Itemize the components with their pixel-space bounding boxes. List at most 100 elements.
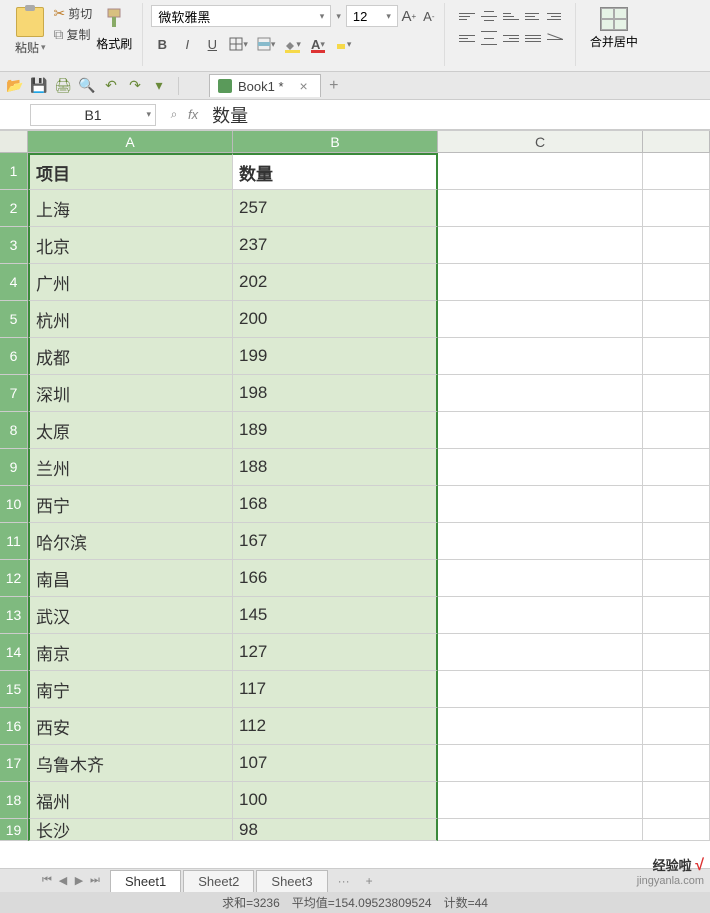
cell[interactable]	[643, 153, 710, 190]
cell[interactable]	[438, 412, 643, 449]
cell[interactable]: 南昌	[28, 560, 233, 597]
document-tab[interactable]: Book1 * ×	[209, 74, 321, 97]
cell[interactable]: 237	[233, 227, 438, 264]
cell[interactable]: 哈尔滨	[28, 523, 233, 560]
font-size-selector[interactable]: 12 ▾	[346, 5, 398, 27]
sheet-nav-last[interactable]: ⏭	[88, 873, 102, 889]
cell[interactable]: 成都	[28, 338, 233, 375]
align-bottom-button[interactable]	[501, 7, 521, 25]
cell[interactable]	[643, 782, 710, 819]
cell[interactable]	[643, 597, 710, 634]
sheet-add-button[interactable]: +	[358, 871, 381, 891]
row-header[interactable]: 1	[0, 153, 28, 190]
cell[interactable]	[438, 782, 643, 819]
cell[interactable]	[643, 375, 710, 412]
undo-button[interactable]: ↶	[102, 77, 120, 95]
row-header[interactable]: 8	[0, 412, 28, 449]
underline-button[interactable]: U	[201, 33, 223, 55]
column-header-B[interactable]: B	[233, 131, 438, 153]
cell[interactable]: 项目	[28, 153, 233, 190]
row-header[interactable]: 9	[0, 449, 28, 486]
justify-button[interactable]	[523, 29, 543, 47]
cell[interactable]: 广州	[28, 264, 233, 301]
cell[interactable]: 南宁	[28, 671, 233, 708]
print-button[interactable]: 🖨	[54, 77, 72, 95]
cell[interactable]	[643, 338, 710, 375]
cell[interactable]	[643, 264, 710, 301]
cell[interactable]: 98	[233, 819, 438, 841]
align-center-button[interactable]	[479, 29, 499, 47]
open-button[interactable]: 📂	[6, 77, 24, 95]
orientation-button[interactable]	[545, 29, 565, 47]
cell[interactable]	[438, 375, 643, 412]
row-header[interactable]: 15	[0, 671, 28, 708]
cell[interactable]: 127	[233, 634, 438, 671]
indent-decrease-button[interactable]	[523, 7, 543, 25]
align-middle-button[interactable]	[479, 7, 499, 25]
cell[interactable]: 198	[233, 375, 438, 412]
cell[interactable]	[643, 745, 710, 782]
row-header[interactable]: 19	[0, 819, 28, 841]
row-header[interactable]: 10	[0, 486, 28, 523]
insert-function-button[interactable]: ⌕	[164, 105, 184, 125]
cell[interactable]: 167	[233, 523, 438, 560]
format-painter-button[interactable]: 格式刷	[92, 5, 136, 54]
cell[interactable]: 长沙	[28, 819, 233, 841]
cell[interactable]	[438, 301, 643, 338]
cell[interactable]: 南京	[28, 634, 233, 671]
cell[interactable]: 199	[233, 338, 438, 375]
select-all-corner[interactable]	[0, 131, 28, 153]
cell[interactable]: 北京	[28, 227, 233, 264]
cell[interactable]	[438, 819, 643, 841]
cell[interactable]: 西安	[28, 708, 233, 745]
cell[interactable]: 太原	[28, 412, 233, 449]
fill-color-button[interactable]: ▾	[281, 33, 304, 55]
row-header[interactable]: 6	[0, 338, 28, 375]
cell[interactable]	[643, 523, 710, 560]
bold-button[interactable]: B	[151, 33, 173, 55]
column-header-C[interactable]: C	[438, 131, 643, 153]
row-header[interactable]: 3	[0, 227, 28, 264]
cell[interactable]: 100	[233, 782, 438, 819]
column-header-A[interactable]: A	[28, 131, 233, 153]
cell[interactable]: 202	[233, 264, 438, 301]
cell[interactable]: 兰州	[28, 449, 233, 486]
cell[interactable]	[643, 412, 710, 449]
cell[interactable]: 深圳	[28, 375, 233, 412]
row-header[interactable]: 12	[0, 560, 28, 597]
row-header[interactable]: 17	[0, 745, 28, 782]
row-header[interactable]: 18	[0, 782, 28, 819]
cell[interactable]: 200	[233, 301, 438, 338]
merge-center-button[interactable]: 合并居中	[584, 5, 644, 52]
cell[interactable]	[438, 671, 643, 708]
fill-row-button[interactable]: ▾	[254, 33, 279, 55]
cell[interactable]: 168	[233, 486, 438, 523]
formula-input[interactable]	[204, 104, 710, 126]
sheet-nav-first[interactable]: ⏮	[40, 873, 54, 889]
row-header[interactable]: 4	[0, 264, 28, 301]
cell[interactable]	[438, 708, 643, 745]
cell[interactable]	[438, 190, 643, 227]
paste-button[interactable]: 粘贴▾	[11, 5, 50, 58]
cell[interactable]	[643, 671, 710, 708]
new-tab-button[interactable]: +	[325, 77, 343, 95]
cell[interactable]	[438, 338, 643, 375]
cell[interactable]	[438, 153, 643, 190]
redo-button[interactable]: ↷	[126, 77, 144, 95]
font-name-selector[interactable]: 微软雅黑 ▾	[151, 5, 331, 27]
cell[interactable]	[643, 708, 710, 745]
cell[interactable]	[438, 486, 643, 523]
cell[interactable]	[643, 560, 710, 597]
font-color-button[interactable]: A ▾	[307, 33, 329, 55]
align-left-button[interactable]	[457, 29, 477, 47]
cell[interactable]	[643, 190, 710, 227]
grow-font-button[interactable]: A+	[400, 7, 418, 25]
print-preview-button[interactable]: 🔍	[78, 77, 96, 95]
sheet-tab-1[interactable]: Sheet1	[110, 870, 181, 892]
row-header[interactable]: 2	[0, 190, 28, 227]
cell[interactable]: 杭州	[28, 301, 233, 338]
cell[interactable]: 数量	[233, 153, 438, 190]
spreadsheet-grid[interactable]: A B C 1项目数量2上海2573北京2374广州2025杭州2006成都19…	[0, 130, 710, 870]
qat-customize-button[interactable]: ▾	[150, 77, 168, 95]
copy-button[interactable]: ⧉ 复制	[54, 26, 93, 43]
